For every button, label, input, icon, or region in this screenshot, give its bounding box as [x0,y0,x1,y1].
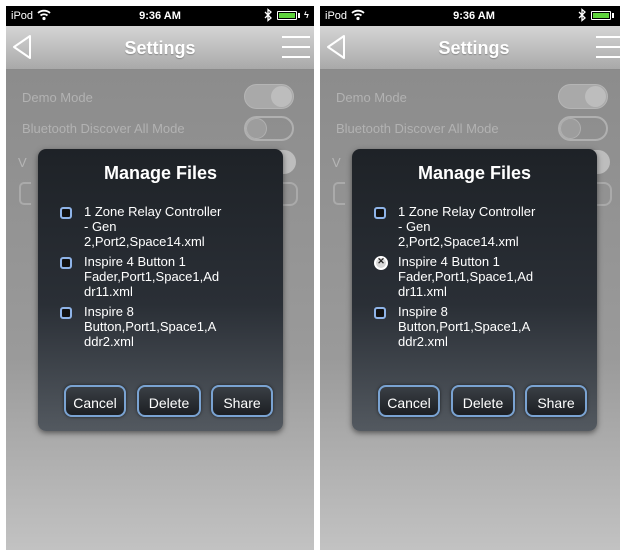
screen-before: iPod 9:36 AM ϟ Settings Demo Mode Blueto… [6,6,314,550]
share-button[interactable]: Share [525,385,587,417]
charging-icon: ϟ [304,10,309,20]
delete-button[interactable]: Delete [451,385,515,417]
checkbox-icon[interactable] [374,207,386,219]
file-name: 1 Zone Relay Controller - Gen 2,Port2,Sp… [84,204,222,249]
setting-label-demo-mode: Demo Mode [336,90,407,105]
nav-bar: Settings [6,26,314,70]
checkbox-icon[interactable] [60,257,72,269]
battery-nub [612,13,614,18]
hamburger-menu-icon[interactable] [282,36,310,58]
cancel-button[interactable]: Cancel [378,385,440,417]
file-name: Inspire 8 Button,Port1,Space1,A ddr2.xml [398,304,531,349]
nav-bar: Settings [320,26,620,70]
partial-field-left [333,182,345,205]
file-name: Inspire 4 Button 1 Fader,Port1,Space1,Ad… [398,254,534,299]
file-name: Inspire 8 Button,Port1,Space1,A ddr2.xml [84,304,217,349]
demo-mode-toggle[interactable] [244,84,294,109]
delete-button[interactable]: Delete [137,385,201,417]
setting-label-bluetooth-discover: Bluetooth Discover All Mode [336,121,499,136]
checked-checkbox-icon[interactable] [374,256,388,270]
cancel-button[interactable]: Cancel [64,385,126,417]
setting-label-bluetooth-discover: Bluetooth Discover All Mode [22,121,185,136]
bluetooth-discover-toggle[interactable] [244,116,294,141]
file-name: Inspire 4 Button 1 Fader,Port1,Space1,Ad… [84,254,220,299]
checkbox-icon[interactable] [60,307,72,319]
partial-setting-label: V [332,155,341,170]
battery-nub [298,13,300,18]
page-title: Settings [438,38,510,58]
battery-icon [591,11,611,20]
manage-files-dialog: Manage Files 1 Zone Relay Controller - G… [38,149,283,431]
status-bar: iPod 9:36 AM ϟ [6,6,314,26]
battery-icon [277,11,297,20]
file-name: 1 Zone Relay Controller - Gen 2,Port2,Sp… [398,204,536,249]
share-button[interactable]: Share [211,385,273,417]
page-title: Settings [124,38,196,58]
demo-mode-toggle[interactable] [558,84,608,109]
manage-files-dialog: Manage Files 1 Zone Relay Controller - G… [352,149,597,431]
hamburger-menu-icon[interactable] [596,36,620,58]
partial-field-left [19,182,31,205]
checkbox-icon[interactable] [374,307,386,319]
partial-setting-label: V [18,155,27,170]
dialog-title: Manage Files [417,163,532,183]
bluetooth-icon [264,8,272,22]
setting-label-demo-mode: Demo Mode [22,90,93,105]
bluetooth-icon [578,8,586,22]
status-time: 9:36 AM [453,10,495,22]
status-bar: iPod 9:36 AM [320,6,620,26]
dialog-title: Manage Files [103,163,218,183]
bluetooth-discover-toggle[interactable] [558,116,608,141]
screen-after: iPod 9:36 AM Settings Demo Mode Bluetoot… [320,6,620,550]
checkbox-icon[interactable] [60,207,72,219]
